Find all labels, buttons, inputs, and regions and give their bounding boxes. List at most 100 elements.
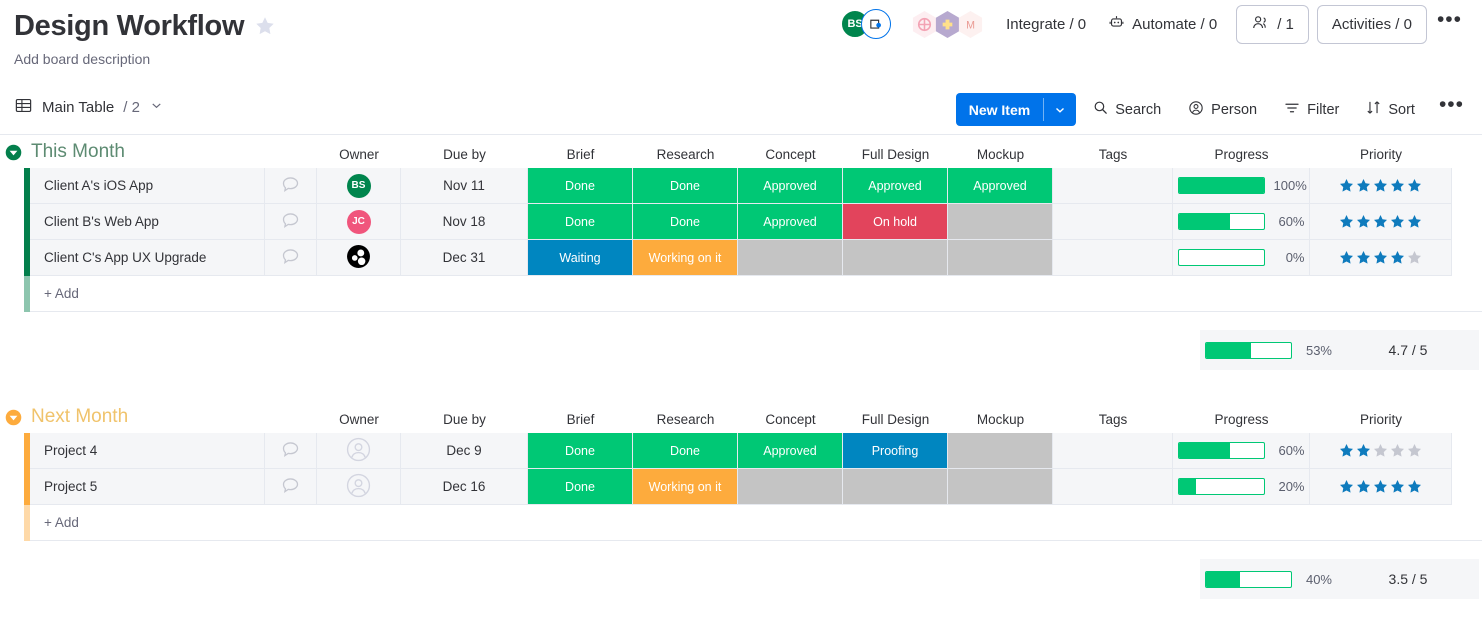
row-owner-cell[interactable]: [317, 469, 401, 505]
row-progress-cell[interactable]: 0%: [1173, 240, 1310, 276]
row-status-cell-mockup[interactable]: [948, 469, 1053, 505]
chevron-down-icon[interactable]: [149, 98, 164, 117]
row-status-cell-full-design[interactable]: Proofing: [843, 433, 948, 469]
team-avatar-icon[interactable]: [346, 244, 371, 272]
chat-icon[interactable]: [280, 246, 301, 270]
row-name-cell[interactable]: Project 5: [30, 469, 265, 505]
column-header-research[interactable]: Research: [633, 400, 738, 433]
filter-button[interactable]: Filter: [1273, 94, 1349, 126]
row-status-cell-concept[interactable]: [738, 469, 843, 505]
avatar[interactable]: JC: [346, 209, 371, 234]
column-header-priority[interactable]: Priority: [1310, 135, 1452, 168]
activities-button[interactable]: Activities / 0: [1316, 4, 1427, 44]
progress-widget[interactable]: 60%: [1177, 442, 1305, 459]
column-header-tags[interactable]: Tags: [1053, 135, 1173, 168]
row-progress-cell[interactable]: 100%: [1173, 168, 1310, 204]
people-button[interactable]: / 1: [1236, 4, 1309, 44]
row-tags-cell[interactable]: [1053, 469, 1173, 505]
column-header-progress[interactable]: Progress: [1173, 400, 1310, 433]
row-status-cell-full-design[interactable]: Approved: [843, 168, 948, 204]
row-status-cell-mockup[interactable]: Approved: [948, 168, 1053, 204]
row-status-cell-research[interactable]: Done: [633, 168, 738, 204]
group-title[interactable]: Next Month: [31, 406, 128, 428]
group-collapse-toggle[interactable]: [5, 144, 22, 161]
row-chat-cell[interactable]: [265, 204, 317, 240]
toolbar-more-menu-button[interactable]: •••: [1431, 94, 1470, 118]
row-due-by-cell[interactable]: Nov 11: [401, 168, 528, 204]
rating-stars[interactable]: [1339, 178, 1422, 193]
row-tags-cell[interactable]: [1053, 168, 1173, 204]
integration-icons[interactable]: M: [909, 9, 985, 39]
row-status-cell-brief[interactable]: Waiting: [528, 240, 633, 276]
column-header-brief[interactable]: Brief: [528, 135, 633, 168]
row-chat-cell[interactable]: [265, 240, 317, 276]
row-priority-cell[interactable]: [1310, 240, 1452, 276]
table-row[interactable]: Client C's App UX Upgrade Dec 31 Waiting Wo…: [0, 240, 1482, 276]
column-header-owner[interactable]: Owner: [317, 135, 401, 168]
progress-widget[interactable]: 100%: [1177, 177, 1307, 194]
row-name-cell[interactable]: Client B's Web App: [30, 204, 265, 240]
row-status-cell-concept[interactable]: Approved: [738, 433, 843, 469]
row-progress-cell[interactable]: 60%: [1173, 204, 1310, 240]
row-owner-cell[interactable]: [317, 433, 401, 469]
progress-widget[interactable]: 20%: [1177, 478, 1305, 495]
row-status-cell-research[interactable]: Working on it: [633, 469, 738, 505]
row-status-cell-concept[interactable]: Approved: [738, 204, 843, 240]
chat-icon[interactable]: [280, 174, 301, 198]
rating-stars[interactable]: [1339, 250, 1422, 265]
new-item-button[interactable]: New Item: [955, 93, 1077, 126]
person-filter-button[interactable]: Person: [1177, 94, 1267, 126]
row-name-cell[interactable]: Client C's App UX Upgrade: [30, 240, 265, 276]
sort-button[interactable]: Sort: [1355, 94, 1425, 126]
row-priority-cell[interactable]: [1310, 204, 1452, 240]
row-due-by-cell[interactable]: Dec 31: [401, 240, 528, 276]
view-selector[interactable]: Main Table / 2: [14, 96, 164, 119]
row-status-cell-brief[interactable]: Done: [528, 433, 633, 469]
row-due-by-cell[interactable]: Dec 9: [401, 433, 528, 469]
add-item-row[interactable]: + Add: [0, 276, 1482, 312]
add-item-label[interactable]: + Add: [30, 276, 1206, 312]
add-item-row[interactable]: + Add: [0, 505, 1482, 541]
automate-button[interactable]: Automate / 0: [1097, 7, 1228, 41]
summary-priority-cell[interactable]: 4.7 / 5: [1337, 330, 1479, 370]
row-priority-cell[interactable]: [1310, 469, 1452, 505]
board-members-avatars[interactable]: BS: [840, 9, 892, 39]
integrate-button[interactable]: Integrate / 0: [995, 7, 1097, 41]
avatar[interactable]: BS: [346, 173, 371, 198]
column-header-owner[interactable]: Owner: [317, 400, 401, 433]
board-description[interactable]: Add board description: [14, 51, 150, 67]
column-header-due-by[interactable]: Due by: [401, 135, 528, 168]
row-owner-cell[interactable]: JC: [317, 204, 401, 240]
column-header-tags[interactable]: Tags: [1053, 400, 1173, 433]
add-item-label[interactable]: + Add: [30, 505, 1206, 541]
column-header-full-design[interactable]: Full Design: [843, 135, 948, 168]
row-chat-cell[interactable]: [265, 168, 317, 204]
search-button[interactable]: Search: [1082, 94, 1171, 126]
group-title[interactable]: This Month: [31, 141, 125, 163]
table-row[interactable]: Project 5 Dec 16 Done Working on it 20%: [0, 469, 1482, 505]
table-row[interactable]: Client A's iOS App BS Nov 11 Done Done Approv…: [0, 168, 1482, 204]
row-chat-cell[interactable]: [265, 433, 317, 469]
row-status-cell-concept[interactable]: [738, 240, 843, 276]
row-tags-cell[interactable]: [1053, 433, 1173, 469]
empty-avatar-icon[interactable]: [346, 437, 371, 465]
column-header-brief[interactable]: Brief: [528, 400, 633, 433]
row-status-cell-research[interactable]: Done: [633, 204, 738, 240]
rating-stars[interactable]: [1339, 443, 1422, 458]
row-priority-cell[interactable]: [1310, 433, 1452, 469]
row-progress-cell[interactable]: 20%: [1173, 469, 1310, 505]
table-row[interactable]: Project 4 Dec 9 Done Done Approved Proofing 60…: [0, 433, 1482, 469]
row-status-cell-research[interactable]: Working on it: [633, 240, 738, 276]
row-status-cell-concept[interactable]: Approved: [738, 168, 843, 204]
column-header-mockup[interactable]: Mockup: [948, 400, 1053, 433]
row-status-cell-mockup[interactable]: [948, 240, 1053, 276]
column-header-priority[interactable]: Priority: [1310, 400, 1452, 433]
table-row[interactable]: Client B's Web App JC Nov 18 Done Done Approv…: [0, 204, 1482, 240]
summary-progress-cell[interactable]: 40%: [1200, 559, 1337, 599]
summary-progress-widget[interactable]: 53%: [1205, 341, 1332, 359]
chat-icon[interactable]: [280, 475, 301, 499]
favorite-star-icon[interactable]: [254, 15, 276, 37]
rating-stars[interactable]: [1339, 214, 1422, 229]
chat-icon[interactable]: [280, 439, 301, 463]
row-name-cell[interactable]: Project 4: [30, 433, 265, 469]
